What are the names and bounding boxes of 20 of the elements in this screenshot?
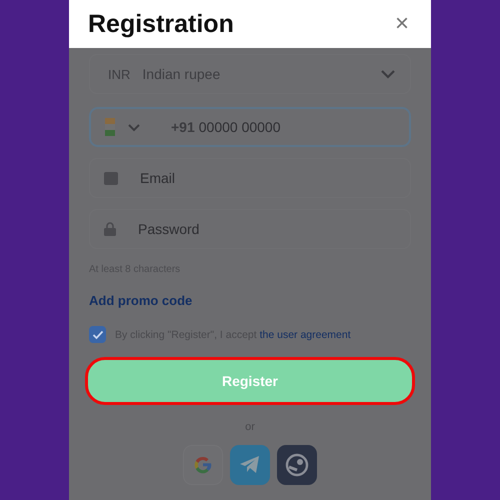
close-button[interactable]: × — [392, 12, 411, 36]
agreement-checkbox[interactable] — [89, 326, 106, 343]
steam-login-button[interactable] — [277, 445, 317, 485]
google-logo-icon — [192, 454, 214, 476]
email-input[interactable]: Email — [140, 170, 396, 186]
lock-icon — [104, 222, 116, 236]
phone-input[interactable]: 00000 00000 — [198, 119, 395, 135]
chevron-down-icon — [127, 122, 141, 132]
flag-icon — [105, 118, 115, 136]
email-field[interactable]: Email — [89, 158, 411, 198]
steam-logo-icon — [285, 453, 309, 477]
user-agreement-link[interactable]: the user agreement — [260, 328, 351, 340]
modal-title: Registration — [88, 10, 234, 38]
register-button[interactable]: Register — [85, 357, 415, 405]
chevron-down-icon — [380, 69, 396, 79]
promo-code-link[interactable]: Add promo code — [89, 293, 192, 308]
paper-plane-icon — [239, 455, 261, 475]
password-input[interactable]: Password — [138, 221, 396, 237]
checkmark-icon — [92, 330, 104, 340]
password-field[interactable]: Password — [89, 209, 411, 249]
